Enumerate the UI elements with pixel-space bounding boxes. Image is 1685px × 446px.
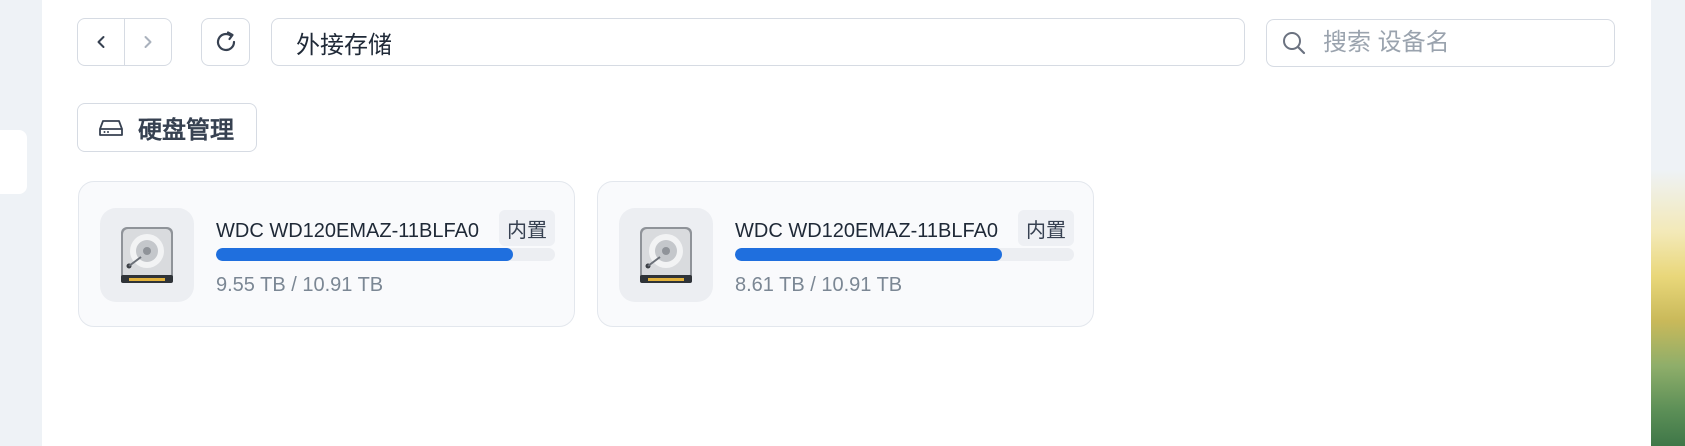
usage-bar-fill	[735, 248, 1003, 261]
usage-text: 8.61 TB / 10.91 TB	[735, 274, 903, 296]
disk-icon-box	[100, 208, 194, 302]
disk-management-button[interactable]: 硬盘管理	[77, 103, 257, 152]
wallpaper	[1651, 0, 1685, 446]
path-text: 外接存储	[296, 31, 392, 59]
usage-bar-fill	[216, 248, 513, 261]
chevron-left-icon	[97, 36, 105, 48]
device-search	[1266, 19, 1615, 67]
disk-card[interactable]: WDC WD120EMAZ-11BLFA0 内置 8.61 TB / 10.91…	[597, 181, 1094, 327]
desktop-wallpaper-edge	[1651, 0, 1685, 446]
back-button[interactable]	[78, 19, 124, 65]
hard-drive-icon	[99, 119, 123, 136]
path-bar[interactable]: 外接存储	[271, 18, 1245, 66]
disk-name: WDC WD120EMAZ-11BLFA0	[735, 220, 999, 242]
chevron-right-icon	[144, 36, 152, 48]
left-sidebar-strip	[0, 0, 42, 446]
disk-card[interactable]: WDC WD120EMAZ-11BLFA0 内置 9.55 TB / 10.91…	[78, 181, 575, 327]
search-icon	[1283, 32, 1306, 55]
refresh-button[interactable]	[201, 18, 250, 66]
disk-icon-box	[619, 208, 713, 302]
search-input[interactable]	[1321, 28, 1605, 58]
disk-type-badge: 内置	[499, 210, 555, 246]
usage-text: 9.55 TB / 10.91 TB	[216, 274, 384, 296]
hard-disk-icon	[640, 227, 692, 283]
sidebar-collapse-tab[interactable]	[0, 130, 27, 194]
history-nav	[77, 18, 172, 66]
forward-button[interactable]	[124, 19, 171, 65]
usage-bar	[216, 248, 555, 261]
refresh-icon	[216, 31, 235, 52]
hard-disk-icon	[121, 227, 173, 283]
disk-type-badge: 内置	[1018, 210, 1074, 246]
disk-name: WDC WD120EMAZ-11BLFA0	[216, 220, 480, 242]
usage-bar	[735, 248, 1074, 261]
disk-management-label: 硬盘管理	[138, 117, 234, 144]
